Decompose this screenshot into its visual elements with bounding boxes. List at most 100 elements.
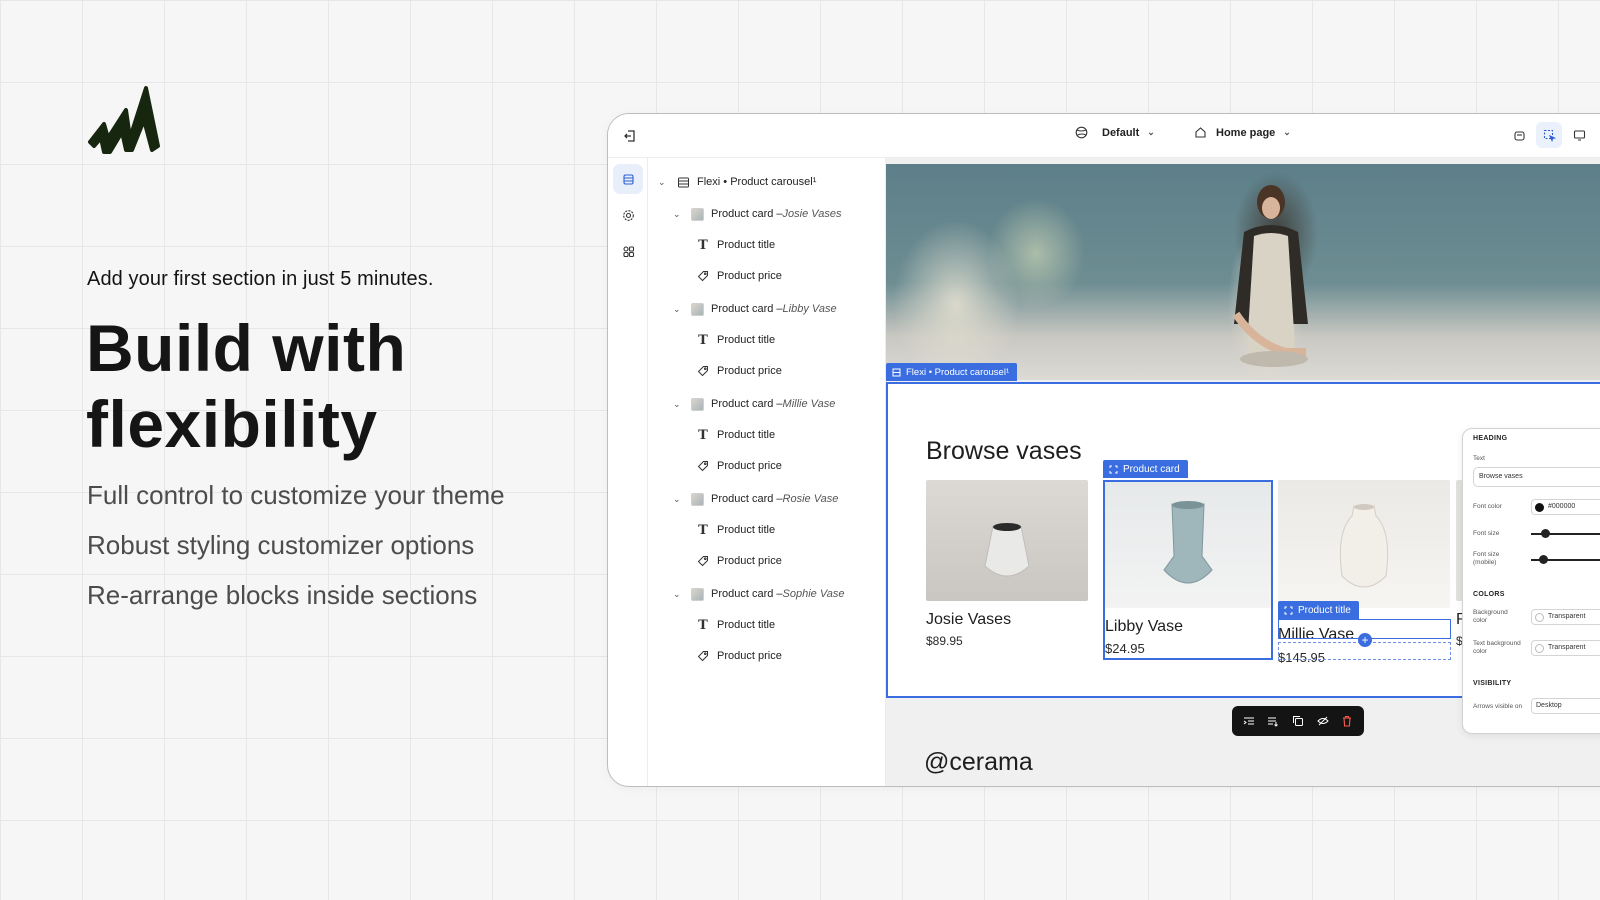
hide-button[interactable] [1315,713,1331,729]
heading-text-input[interactable]: Browse vases [1473,467,1600,487]
topbar-icon-group [1506,122,1600,148]
tree-item-product-card[interactable]: ⌄ Product card – Millie Vase [673,394,835,414]
theme-dropdown-label: Default [1102,126,1140,139]
text-icon: T [698,237,708,253]
tree-item-product-price[interactable]: Product price [696,646,782,666]
colors-section-title: COLORS [1473,591,1505,598]
product-image[interactable] [1105,482,1271,608]
chevron-down-icon[interactable]: ⌄ [658,177,670,188]
font-size-mobile-slider[interactable] [1531,555,1600,564]
font-color-label: Font color [1473,503,1502,510]
product-card-tag[interactable]: Product card [1103,460,1188,478]
chevron-down-icon[interactable]: ⌄ [673,399,685,410]
product-title-tag[interactable]: Product title [1278,601,1359,619]
product-name[interactable]: Libby Vase [1105,618,1271,636]
eye-off-icon [1316,716,1329,726]
product-card-libby[interactable]: Libby Vase $24.95 [1103,480,1273,660]
duplicate-button[interactable] [1290,713,1306,729]
text-icon: T [698,427,708,443]
vase-image [1163,501,1213,584]
desktop-view-button[interactable] [1566,122,1592,148]
product-name[interactable]: Josie Vases [926,611,1088,629]
tree-item-product-card[interactable]: ⌄ Product card – Josie Vases [673,204,841,224]
tree-item-product-title[interactable]: T Product title [696,235,775,255]
tree-item-section[interactable]: ⌄ Flexi • Product carousel¹ [658,172,816,192]
product-price: $89.95 [926,634,963,648]
exit-button[interactable] [618,124,642,148]
product-card-josie[interactable]: Josie Vases $89.95 [926,480,1088,648]
next-section-heading[interactable]: @cerama [924,748,1033,777]
add-block-button[interactable]: + [1358,633,1372,647]
layers-icon [622,173,634,185]
settings-tab[interactable] [613,200,643,230]
tree-item-product-title[interactable]: T Product title [696,425,775,445]
heading-section-title: HEADING [1473,435,1508,442]
font-color-field[interactable]: #000000 [1531,499,1600,515]
tree-item-product-price[interactable]: Product price [696,266,782,286]
text-bg-field[interactable]: Transparent [1531,640,1600,656]
apps-tab[interactable] [613,236,643,266]
move-up-button[interactable] [1241,713,1257,729]
feature-item: Full control to customize your theme [87,480,505,510]
tree-item-label: Product title [717,239,776,251]
preview-button[interactable] [1506,122,1532,148]
tree-item-product-price[interactable]: Product price [696,551,782,571]
arrows-value: Desktop [1536,702,1562,709]
section-tree: ⌄ Flexi • Product carousel¹ ⌄ Product card … [648,158,886,786]
tree-item-product-card[interactable]: ⌄ Product card – Rosie Vase [673,489,838,509]
tree-item-product-title[interactable]: T Product title [696,330,775,350]
chevron-down-icon: ⌄ [1283,127,1291,137]
chevron-down-icon[interactable]: ⌄ [673,304,685,315]
tree-item-product-card[interactable]: ⌄ Product card – Libby Vase [673,299,837,319]
tree-item-product-title[interactable]: T Product title [696,520,775,540]
slider-handle[interactable] [1541,529,1550,538]
arrows-select[interactable]: Desktop [1531,698,1600,714]
select-frame-icon [1284,606,1293,614]
hero-image [886,164,1600,380]
product-image[interactable] [926,480,1088,601]
left-rail [608,158,648,786]
apps-icon [622,245,634,257]
slider-handle[interactable] [1539,555,1548,564]
inspector-button[interactable] [1536,122,1562,148]
color-swatch [1535,503,1544,512]
trash-icon [1343,715,1352,727]
product-price: $24.95 [1105,641,1145,656]
delete-button[interactable] [1339,713,1355,729]
carousel-heading[interactable]: Browse vases [926,437,1082,466]
tree-item-label: Product card – [711,398,783,410]
move-down-button[interactable] [1265,713,1281,729]
tree-item-label: Product price [717,365,782,377]
tree-item-label: Product price [717,555,782,567]
tree-item-label: Product card – [711,588,783,600]
tree-item-label: Product card – [711,303,783,315]
tree-item-product-card[interactable]: ⌄ Product card – Sophie Vase [673,584,845,604]
page-dropdown[interactable]: Home page ⌄ [1194,126,1291,139]
theme-dropdown[interactable]: Default ⌄ [1075,126,1155,139]
chevron-down-icon[interactable]: ⌄ [673,494,685,505]
section-selection-tag[interactable]: Flexi • Product carousel¹ [886,363,1018,381]
tree-item-product-name: Rosie Vase [782,493,839,505]
product-image[interactable] [1278,480,1450,608]
block-settings-panel: HEADING Text Browse vases Font color #00… [1462,428,1600,734]
mobile-view-button[interactable] [1596,122,1600,148]
potter-illustration [1232,185,1308,367]
sections-tab[interactable] [613,164,643,194]
tree-item-product-title[interactable]: T Product title [696,615,775,635]
section-icon [676,175,690,189]
font-size-mobile-label: Font size (mobile) [1473,551,1500,566]
tree-item-product-price[interactable]: Product price [696,361,782,381]
tree-item-label: Flexi • Product carousel¹ [697,176,817,188]
text-icon: T [698,332,708,348]
arrows-label: Arrows visible on [1473,703,1523,710]
bg-color-field[interactable]: Transparent [1531,609,1600,625]
font-size-slider[interactable] [1531,529,1600,538]
tree-item-label: Product card – [711,493,783,505]
chevron-down-icon[interactable]: ⌄ [673,589,685,600]
tree-item-label: Product price [717,270,782,282]
chevron-down-icon[interactable]: ⌄ [673,209,685,220]
tree-item-product-price[interactable]: Product price [696,456,782,476]
product-thumbnail [691,207,704,221]
editor-window: Default ⌄ Home page ⌄ ⌄ Flexi • Product … [607,113,1600,787]
globe-icon [1075,126,1088,139]
